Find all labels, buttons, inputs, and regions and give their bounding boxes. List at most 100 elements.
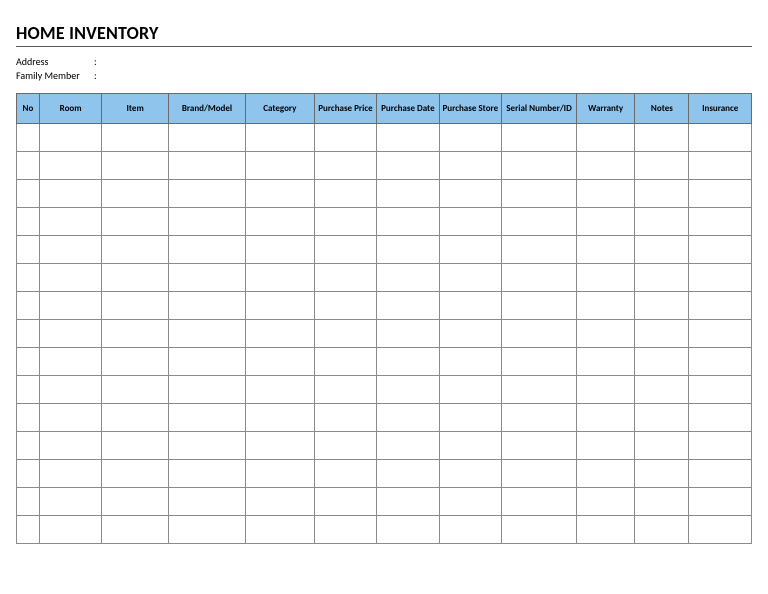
- table-cell[interactable]: [17, 404, 40, 432]
- table-cell[interactable]: [635, 208, 689, 236]
- table-cell[interactable]: [577, 376, 635, 404]
- table-cell[interactable]: [635, 516, 689, 544]
- table-cell[interactable]: [246, 460, 315, 488]
- table-cell[interactable]: [39, 488, 101, 516]
- table-cell[interactable]: [689, 488, 752, 516]
- table-cell[interactable]: [635, 460, 689, 488]
- table-cell[interactable]: [17, 320, 40, 348]
- table-cell[interactable]: [168, 488, 245, 516]
- table-cell[interactable]: [102, 292, 169, 320]
- table-cell[interactable]: [17, 180, 40, 208]
- table-cell[interactable]: [577, 292, 635, 320]
- table-cell[interactable]: [577, 460, 635, 488]
- table-cell[interactable]: [102, 320, 169, 348]
- table-cell[interactable]: [314, 264, 376, 292]
- table-cell[interactable]: [17, 460, 40, 488]
- table-cell[interactable]: [17, 208, 40, 236]
- table-cell[interactable]: [102, 376, 169, 404]
- table-cell[interactable]: [377, 152, 439, 180]
- table-cell[interactable]: [168, 404, 245, 432]
- table-cell[interactable]: [377, 264, 439, 292]
- table-cell[interactable]: [502, 460, 577, 488]
- table-cell[interactable]: [102, 124, 169, 152]
- table-cell[interactable]: [246, 516, 315, 544]
- table-cell[interactable]: [635, 292, 689, 320]
- table-cell[interactable]: [439, 292, 501, 320]
- table-cell[interactable]: [377, 516, 439, 544]
- table-cell[interactable]: [17, 292, 40, 320]
- table-cell[interactable]: [635, 320, 689, 348]
- table-cell[interactable]: [439, 236, 501, 264]
- table-cell[interactable]: [314, 180, 376, 208]
- table-cell[interactable]: [377, 124, 439, 152]
- table-cell[interactable]: [439, 264, 501, 292]
- table-cell[interactable]: [39, 404, 101, 432]
- table-cell[interactable]: [689, 460, 752, 488]
- table-cell[interactable]: [439, 180, 501, 208]
- table-cell[interactable]: [168, 460, 245, 488]
- table-cell[interactable]: [246, 488, 315, 516]
- table-cell[interactable]: [39, 180, 101, 208]
- table-cell[interactable]: [17, 236, 40, 264]
- table-cell[interactable]: [502, 348, 577, 376]
- table-cell[interactable]: [635, 376, 689, 404]
- table-cell[interactable]: [635, 152, 689, 180]
- table-cell[interactable]: [635, 124, 689, 152]
- table-cell[interactable]: [168, 124, 245, 152]
- table-cell[interactable]: [689, 208, 752, 236]
- table-cell[interactable]: [689, 292, 752, 320]
- table-cell[interactable]: [246, 432, 315, 460]
- table-cell[interactable]: [39, 152, 101, 180]
- table-cell[interactable]: [635, 488, 689, 516]
- table-cell[interactable]: [689, 320, 752, 348]
- table-cell[interactable]: [577, 152, 635, 180]
- table-cell[interactable]: [689, 264, 752, 292]
- table-cell[interactable]: [377, 320, 439, 348]
- table-cell[interactable]: [689, 376, 752, 404]
- table-cell[interactable]: [314, 432, 376, 460]
- table-cell[interactable]: [246, 404, 315, 432]
- table-cell[interactable]: [577, 180, 635, 208]
- table-cell[interactable]: [102, 348, 169, 376]
- table-cell[interactable]: [168, 236, 245, 264]
- table-cell[interactable]: [246, 124, 315, 152]
- table-cell[interactable]: [689, 516, 752, 544]
- table-cell[interactable]: [689, 404, 752, 432]
- table-cell[interactable]: [168, 208, 245, 236]
- table-cell[interactable]: [439, 516, 501, 544]
- table-cell[interactable]: [377, 404, 439, 432]
- table-cell[interactable]: [168, 432, 245, 460]
- table-cell[interactable]: [102, 432, 169, 460]
- table-cell[interactable]: [377, 236, 439, 264]
- table-cell[interactable]: [314, 404, 376, 432]
- table-cell[interactable]: [39, 124, 101, 152]
- table-cell[interactable]: [439, 348, 501, 376]
- table-cell[interactable]: [39, 460, 101, 488]
- table-cell[interactable]: [502, 488, 577, 516]
- table-cell[interactable]: [577, 264, 635, 292]
- table-cell[interactable]: [168, 320, 245, 348]
- table-cell[interactable]: [39, 236, 101, 264]
- table-cell[interactable]: [377, 460, 439, 488]
- table-cell[interactable]: [246, 376, 315, 404]
- table-cell[interactable]: [377, 292, 439, 320]
- table-cell[interactable]: [439, 152, 501, 180]
- table-cell[interactable]: [502, 152, 577, 180]
- table-cell[interactable]: [246, 180, 315, 208]
- table-cell[interactable]: [314, 236, 376, 264]
- table-cell[interactable]: [577, 124, 635, 152]
- table-cell[interactable]: [246, 236, 315, 264]
- table-cell[interactable]: [577, 488, 635, 516]
- table-cell[interactable]: [246, 208, 315, 236]
- table-cell[interactable]: [439, 376, 501, 404]
- table-cell[interactable]: [314, 488, 376, 516]
- table-cell[interactable]: [377, 180, 439, 208]
- table-cell[interactable]: [377, 208, 439, 236]
- table-cell[interactable]: [168, 152, 245, 180]
- table-cell[interactable]: [439, 432, 501, 460]
- table-cell[interactable]: [17, 264, 40, 292]
- table-cell[interactable]: [439, 488, 501, 516]
- table-cell[interactable]: [17, 376, 40, 404]
- table-cell[interactable]: [246, 264, 315, 292]
- table-cell[interactable]: [502, 264, 577, 292]
